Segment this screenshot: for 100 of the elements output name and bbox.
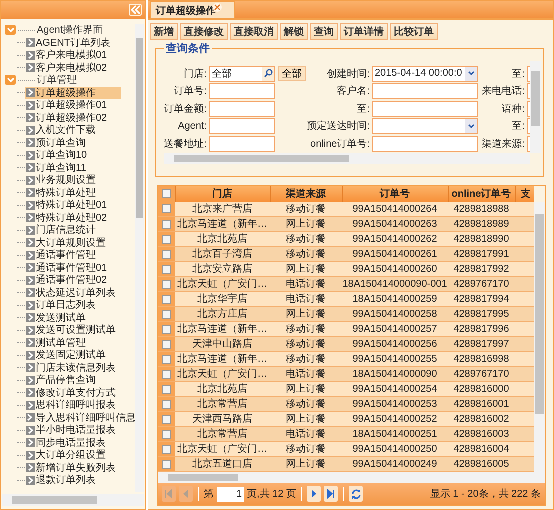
checkbox[interactable]	[162, 294, 171, 304]
tree-item[interactable]: 产品停售查询	[25, 374, 121, 386]
checkbox[interactable]	[162, 414, 171, 424]
tree-item[interactable]: 订单查询11	[25, 162, 121, 174]
toolbar-button[interactable]: 直接取消	[230, 23, 278, 40]
tree-item[interactable]: 思科详细呼叫报表	[25, 399, 121, 412]
tree-item[interactable]: 通话事件管理01	[25, 262, 121, 274]
checkbox[interactable]	[162, 220, 171, 229]
all-button[interactable]: 全部	[278, 66, 306, 82]
toolbar-button[interactable]: 比较订单	[390, 23, 438, 40]
tree-item[interactable]: 特殊订单处理	[25, 186, 121, 199]
checkbox[interactable]	[162, 460, 171, 469]
tree-folder[interactable]: 订单管理	[37, 73, 77, 88]
tree-item[interactable]: 状态延迟订单列表	[25, 286, 121, 299]
previous-page-icon[interactable]	[179, 486, 193, 502]
field-label: online订单号:	[310, 138, 371, 151]
horizontal-scrollbar[interactable]	[2, 494, 144, 506]
tree-item[interactable]: 通话事件管理02	[25, 274, 121, 286]
chevron-icon	[26, 276, 35, 285]
checkbox[interactable]	[162, 340, 171, 349]
tree-item[interactable]: 发送测试单	[25, 312, 121, 324]
toolbar-button[interactable]: 查询	[310, 23, 338, 40]
tree-item[interactable]: 入机文件下载	[25, 124, 121, 136]
toolbar-button[interactable]: 订单详情	[340, 23, 388, 40]
tree-item[interactable]: AGENT订单列表	[25, 36, 121, 49]
tree-item[interactable]: 业务规则设置	[25, 174, 121, 186]
tree-item[interactable]: 特殊订单处理01	[25, 199, 121, 212]
checkbox[interactable]	[162, 444, 171, 454]
checkbox[interactable]	[162, 204, 171, 214]
tree-item[interactable]: 客户来电模拟01	[25, 49, 121, 62]
page-input[interactable]: 1	[217, 486, 244, 502]
checkbox[interactable]	[162, 400, 171, 409]
table-cell: 网上订餐	[286, 309, 326, 320]
first-page-icon[interactable]	[162, 486, 176, 502]
tree-item[interactable]: 同步电话量报表	[25, 436, 121, 449]
tree-item[interactable]: 订单超级操作02	[25, 112, 121, 124]
horizontal-scrollbar[interactable]	[158, 472, 545, 483]
tree-item[interactable]: 特殊订单处理02	[25, 212, 121, 224]
checkbox[interactable]	[162, 354, 171, 364]
checkbox[interactable]	[162, 264, 171, 274]
checkbox[interactable]	[162, 250, 171, 259]
table-cell: 4289767170	[454, 278, 510, 290]
search-icon[interactable]	[262, 66, 274, 81]
search-field[interactable]: 全部	[209, 66, 275, 82]
tree-folder[interactable]: Agent操作界面	[37, 24, 104, 38]
tree-item[interactable]: 发送固定测试单	[25, 349, 121, 362]
table-cell: 北京常营店	[198, 429, 248, 440]
refresh-icon[interactable]	[349, 486, 364, 502]
checkbox[interactable]	[162, 430, 171, 439]
collapse-icon[interactable]	[129, 4, 142, 16]
column-header[interactable]: 门店	[212, 189, 232, 200]
tree-item[interactable]: 订单查询10	[25, 149, 121, 162]
tree-item[interactable]: 半小时电话量报表	[25, 424, 121, 436]
checkbox[interactable]	[162, 370, 171, 379]
checkbox[interactable]	[162, 310, 171, 319]
expand-icon[interactable]	[5, 75, 16, 86]
tree-item[interactable]: 大订单规则设置	[25, 236, 121, 249]
tree-item[interactable]: 发送可设置测试单	[25, 324, 121, 336]
tree-item[interactable]: 订单超级操作01	[25, 99, 121, 112]
checkbox[interactable]	[162, 189, 171, 198]
checkbox[interactable]	[162, 234, 171, 244]
input-field[interactable]	[372, 83, 478, 100]
tree-item[interactable]: 退款订单列表	[25, 474, 121, 486]
input-field[interactable]	[209, 83, 275, 100]
table-cell: 北京方庄店	[198, 309, 248, 320]
next-page-icon[interactable]	[307, 486, 322, 502]
input-field[interactable]	[372, 100, 478, 117]
tree-item[interactable]: 通话事件管理	[25, 249, 121, 262]
tree-item[interactable]: 订单日志列表	[25, 299, 121, 312]
tree-item[interactable]: 门店信息统计	[25, 224, 121, 236]
checkbox[interactable]	[162, 324, 171, 334]
expand-icon[interactable]	[5, 25, 16, 36]
last-page-icon[interactable]	[324, 486, 338, 502]
column-header[interactable]: 订单号	[380, 189, 410, 200]
toolbar-button[interactable]: 解锁	[280, 23, 308, 40]
toolbar-button[interactable]: 直接修改	[180, 23, 228, 40]
tree-item[interactable]: 门店未读信息列表	[25, 362, 121, 374]
tree-item[interactable]: 预订单查询	[25, 136, 121, 149]
dropdown-icon[interactable]	[465, 66, 477, 81]
checkbox[interactable]	[162, 384, 171, 394]
input-field[interactable]	[372, 136, 478, 152]
input-field[interactable]	[209, 136, 275, 152]
dropdown-field[interactable]	[372, 118, 478, 134]
input-field[interactable]	[209, 100, 275, 117]
table-cell: 北京天虹（广安门…	[178, 369, 268, 380]
tree-item[interactable]: 测试单管理	[25, 336, 121, 349]
input-field[interactable]	[209, 118, 275, 134]
vertical-scrollbar[interactable]	[534, 202, 545, 472]
vertical-scrollbar[interactable]	[135, 24, 144, 492]
tree-item[interactable]: 新增订单失败列表	[25, 462, 121, 474]
toolbar-button[interactable]: 新增	[150, 23, 178, 40]
tree-item[interactable]: 修改订单支付方式	[25, 386, 121, 399]
horizontal-scrollbar[interactable]	[164, 153, 530, 164]
tree-item[interactable]: 客户来电模拟02	[25, 62, 121, 74]
tree-item[interactable]: 大订单分组设置	[25, 449, 121, 462]
vertical-scrollbar[interactable]	[530, 61, 541, 153]
dropdown-field[interactable]: 2015-04-14 00:00:0	[372, 66, 478, 82]
tree-item[interactable]: 订单超级操作	[25, 86, 121, 99]
checkbox[interactable]	[162, 280, 171, 289]
dropdown-icon[interactable]	[465, 119, 477, 134]
